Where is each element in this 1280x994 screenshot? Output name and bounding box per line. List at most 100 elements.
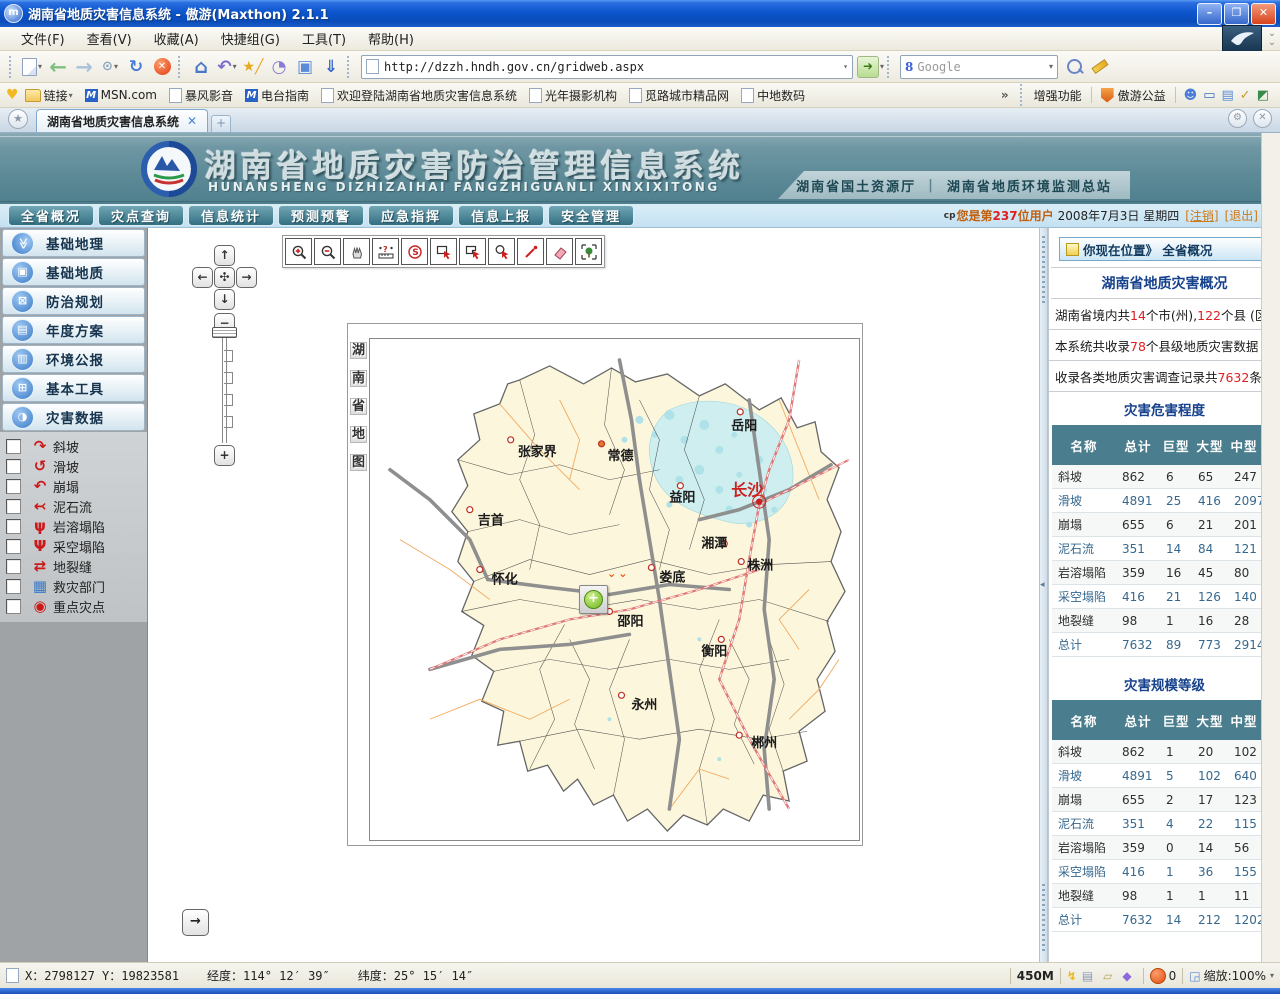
magic-wand-icon[interactable]: ★╱ bbox=[241, 55, 265, 79]
pan-tool-button[interactable] bbox=[343, 238, 370, 265]
zoom-in-tool-button[interactable] bbox=[285, 238, 312, 265]
layer-checkbox[interactable] bbox=[6, 599, 21, 614]
notes-icon[interactable]: ▤ bbox=[1222, 88, 1234, 103]
new-page-button[interactable]: ▾ bbox=[20, 55, 44, 79]
select-circle-tool-button[interactable] bbox=[488, 238, 515, 265]
pan-down-button[interactable]: ↓ bbox=[214, 289, 235, 310]
undo-button[interactable]: ↶▾ bbox=[215, 55, 239, 79]
maximize-button[interactable]: ❐ bbox=[1224, 3, 1249, 25]
layer-checkbox[interactable] bbox=[6, 519, 21, 534]
window-icon[interactable]: ▭ bbox=[1203, 88, 1215, 103]
links-bar-item-5[interactable]: 光年摄影机构 bbox=[529, 87, 617, 104]
nav-tab-4[interactable]: 应急指挥 bbox=[368, 205, 454, 226]
menu-item-3[interactable]: 快捷组(G) bbox=[210, 29, 291, 48]
zoom-level[interactable]: 缩放:100% bbox=[1204, 967, 1266, 984]
layer-checkbox[interactable] bbox=[6, 499, 21, 514]
measure-tool-button[interactable]: ? bbox=[372, 238, 399, 265]
nav-tab-3[interactable]: 预测预警 bbox=[278, 205, 364, 226]
favorites-star-icon[interactable]: ★ bbox=[8, 109, 28, 129]
links-bar-item-7[interactable]: 中地数码 bbox=[741, 87, 805, 104]
eraser-tool-button[interactable] bbox=[546, 238, 573, 265]
splitter-arrow-icon[interactable]: ◂ bbox=[1040, 580, 1045, 590]
capture-window-icon[interactable]: ▣ bbox=[293, 55, 317, 79]
tab-close-icon[interactable]: ✕ bbox=[187, 114, 197, 128]
map-canvas[interactable]: 张家界常德岳阳益阳长沙吉首湘潭株洲怀化娄底邵阳衡阳永州郴州 ⌄⌄ + bbox=[369, 338, 860, 841]
link-geo-monitor-station[interactable]: 湖南省地质环境监测总站 bbox=[947, 176, 1112, 195]
layer-checkbox[interactable] bbox=[6, 539, 21, 554]
nav-tab-2[interactable]: 信息统计 bbox=[188, 205, 274, 226]
address-dropdown-icon[interactable]: ▾ bbox=[843, 62, 848, 71]
tab-active[interactable]: 湖南省地质灾害信息系统 ✕ bbox=[36, 109, 208, 132]
nav-tab-6[interactable]: 安全管理 bbox=[548, 205, 634, 226]
minimize-button[interactable]: – bbox=[1197, 3, 1222, 25]
favorites-heart-icon[interactable]: ♥ bbox=[6, 87, 19, 103]
pan-left-button[interactable]: ← bbox=[192, 267, 213, 288]
zoom-resize-icon[interactable]: ◲ bbox=[1189, 969, 1200, 983]
links-bar-item-6[interactable]: 觅路城市精品网 bbox=[629, 87, 729, 104]
exit-link[interactable]: [退出] bbox=[1225, 207, 1258, 224]
clip-rect-tool-button[interactable] bbox=[459, 238, 486, 265]
links-bar-item-2[interactable]: 暴风影音 bbox=[169, 87, 233, 104]
layer-checkbox[interactable] bbox=[6, 559, 21, 574]
search-engine-icon[interactable]: 8 bbox=[905, 60, 913, 74]
search-box[interactable]: 8 Google ▾ bbox=[900, 55, 1058, 79]
sidebar-section-6[interactable]: ◑灾害数据 bbox=[2, 403, 145, 431]
cube-icon[interactable]: ◩ bbox=[1257, 88, 1269, 103]
links-overflow-icon[interactable]: » bbox=[1001, 88, 1009, 102]
panel-splitter[interactable]: ◂ bbox=[1039, 228, 1048, 962]
new-window-icon[interactable]: ▱ bbox=[1103, 969, 1112, 983]
logout-link[interactable]: [注销] bbox=[1185, 207, 1218, 224]
select-rect-tool-button[interactable] bbox=[430, 238, 457, 265]
history-clock-icon[interactable]: ◔ bbox=[267, 55, 291, 79]
menu-item-4[interactable]: 工具(T) bbox=[291, 29, 357, 48]
search-input[interactable]: Google bbox=[917, 60, 1048, 74]
sidebar-section-4[interactable]: ▥环境公报 bbox=[2, 345, 145, 373]
nav-tab-0[interactable]: 全省概况 bbox=[8, 205, 94, 226]
menu-item-0[interactable]: 文件(F) bbox=[10, 29, 76, 48]
home-button[interactable]: ⌂ bbox=[189, 55, 213, 79]
search-dropdown-icon[interactable]: ▾ bbox=[1049, 62, 1053, 71]
enhance-menu[interactable]: 增强功能 bbox=[1034, 87, 1082, 104]
tab-close-all-icon[interactable]: ✕ bbox=[1253, 109, 1272, 128]
sidebar-collapse-button[interactable]: → bbox=[182, 909, 209, 936]
user-icon[interactable]: ☻ bbox=[1184, 88, 1198, 103]
forward-button[interactable]: → bbox=[72, 55, 96, 79]
nav-tab-5[interactable]: 信息上报 bbox=[458, 205, 544, 226]
stop-button[interactable]: ✕ bbox=[150, 55, 174, 79]
layer-checkbox[interactable] bbox=[6, 459, 21, 474]
chevron-down-icon[interactable]: ⌄⌄ bbox=[1264, 29, 1280, 49]
layer-checkbox[interactable] bbox=[6, 579, 21, 594]
pan-up-button[interactable]: ↑ bbox=[214, 245, 235, 266]
sidebar-section-2[interactable]: ⊠防治规划 bbox=[2, 287, 145, 315]
address-bar[interactable]: http://dzzh.hndh.gov.cn/gridweb.aspx ▾ bbox=[361, 55, 853, 79]
sidebar-section-5[interactable]: ⊞基本工具 bbox=[2, 374, 145, 402]
new-tab-button[interactable]: + bbox=[211, 115, 231, 132]
pan-center-button[interactable]: ✣ bbox=[214, 267, 235, 288]
zoom-dropdown-icon[interactable]: ▾ bbox=[1270, 971, 1274, 980]
menu-item-5[interactable]: 帮助(H) bbox=[357, 29, 425, 48]
page-scrollbar[interactable] bbox=[1261, 133, 1280, 962]
scale-circle-tool-button[interactable]: S bbox=[401, 238, 428, 265]
plugin-icon[interactable]: ◆ bbox=[1122, 969, 1131, 983]
menu-item-1[interactable]: 查看(V) bbox=[76, 29, 143, 48]
menu-item-2[interactable]: 收藏(A) bbox=[143, 29, 210, 48]
pan-right-button[interactable]: → bbox=[236, 267, 257, 288]
download-button[interactable]: ⇓ bbox=[319, 55, 343, 79]
refresh-button[interactable]: ↻ bbox=[124, 55, 148, 79]
boost-icon[interactable]: ↯ bbox=[1067, 969, 1077, 983]
shield-icon[interactable] bbox=[1101, 88, 1114, 103]
back-button[interactable]: ← bbox=[46, 55, 70, 79]
zoom-slider-handle[interactable] bbox=[212, 327, 237, 338]
search-button[interactable] bbox=[1062, 55, 1086, 79]
sidebar-section-3[interactable]: ▤年度方案 bbox=[2, 316, 145, 344]
map-marker-button[interactable]: + bbox=[579, 585, 608, 614]
links-bar-item-1[interactable]: MMSN.com bbox=[85, 88, 157, 102]
zoom-in-step-button[interactable]: + bbox=[214, 445, 235, 466]
layer-checkbox[interactable] bbox=[6, 479, 21, 494]
maxthon-charity-link[interactable]: 傲游公益 bbox=[1118, 87, 1166, 104]
highlighter-icon[interactable] bbox=[1088, 55, 1112, 79]
draw-point-tool-button[interactable] bbox=[517, 238, 544, 265]
sidebar-section-1[interactable]: ▣基础地质 bbox=[2, 258, 145, 286]
link-land-resources[interactable]: 湖南省国土资源厅 bbox=[796, 176, 916, 195]
sidebar-section-0[interactable]: ≫基础地理 bbox=[2, 229, 145, 257]
